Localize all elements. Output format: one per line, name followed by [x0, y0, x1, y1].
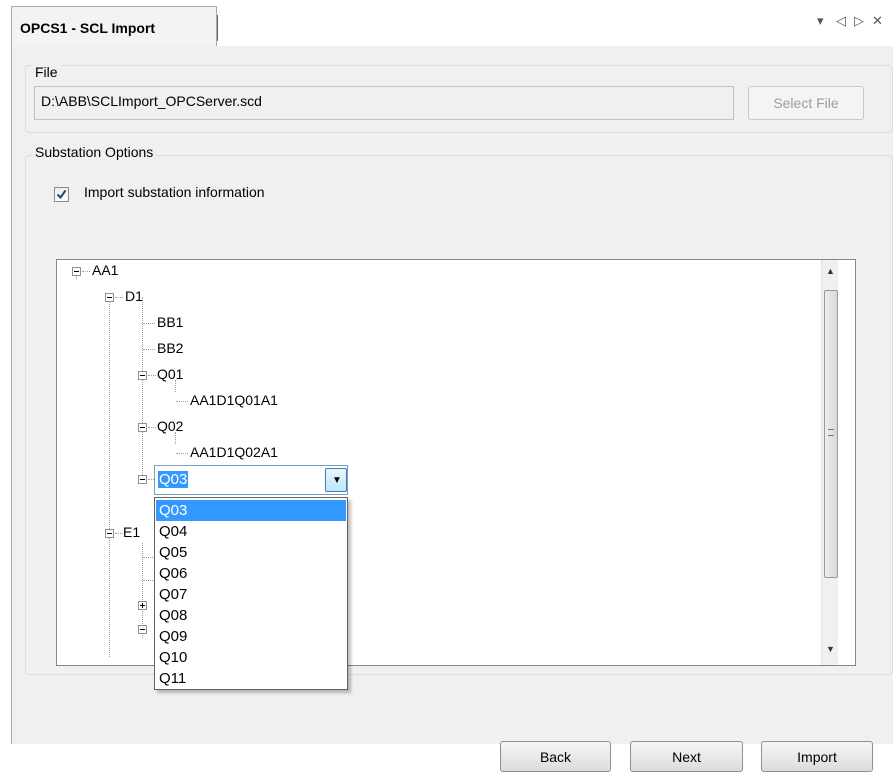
dropdown-option[interactable]: Q07	[156, 584, 346, 605]
chevron-down-icon: ▼	[332, 475, 342, 486]
combobox-dropdown-button[interactable]: ▼	[325, 468, 347, 492]
dropdown-option[interactable]: Q09	[156, 626, 346, 647]
tree-guide	[142, 297, 143, 477]
back-button[interactable]: Back	[500, 741, 611, 772]
tab-strip: OPCS1 - SCL Import ▾ ◁ ▷ ✕	[0, 0, 893, 47]
file-path-field: D:\ABB\SCLImport_OPCServer.scd	[34, 86, 734, 120]
tree-node-bb2[interactable]: BB2	[157, 340, 183, 356]
dropdown-option[interactable]: Q06	[156, 563, 346, 584]
expand-icon[interactable]	[138, 601, 147, 610]
collapse-icon[interactable]	[105, 529, 114, 538]
tree-node-q01[interactable]: Q01	[157, 366, 183, 382]
collapse-icon[interactable]	[138, 423, 147, 432]
collapse-icon[interactable]	[138, 475, 147, 484]
content-panel: File D:\ABB\SCLImport_OPCServer.scd Sele…	[11, 46, 893, 772]
tab-separator	[217, 15, 218, 41]
tree-node-d1[interactable]: D1	[125, 288, 143, 304]
dropdown-option[interactable]: Q10	[156, 647, 346, 668]
node-name-combobox[interactable]: Q03 ▼	[154, 465, 348, 495]
import-substation-label: Import substation information	[84, 184, 265, 200]
collapse-icon[interactable]	[105, 293, 114, 302]
dropdown-option[interactable]: Q04	[156, 521, 346, 542]
scroll-left-icon[interactable]: ◁	[836, 13, 846, 29]
tree-connector	[176, 453, 188, 454]
tree-connector	[143, 557, 153, 558]
tree-connector	[143, 349, 155, 350]
tree-guide	[109, 297, 110, 657]
tree-scrollbar[interactable]: ▲ ▼	[821, 260, 838, 665]
import-button[interactable]: Import	[761, 741, 873, 772]
grip-icon	[828, 429, 834, 436]
collapse-icon[interactable]	[138, 625, 147, 634]
tab-title: OPCS1 - SCL Import	[20, 20, 156, 36]
tree-node-e1[interactable]: E1	[123, 524, 140, 540]
dropdown-option[interactable]: Q05	[156, 542, 346, 563]
tree-connector	[176, 401, 188, 402]
substation-options-title: Substation Options	[32, 144, 157, 160]
scrollbar-thumb[interactable]	[824, 290, 838, 578]
tree-connector	[148, 375, 156, 376]
tree-connector	[115, 297, 123, 298]
file-group-title: File	[32, 64, 61, 80]
scroll-up-icon[interactable]: ▲	[826, 266, 835, 276]
collapse-icon[interactable]	[72, 267, 81, 276]
import-substation-checkbox[interactable]	[54, 187, 69, 202]
tree-node-q02[interactable]: Q02	[157, 418, 183, 434]
combobox-dropdown-list[interactable]: Q03 Q04 Q05 Q06 Q07 Q08 Q09 Q10 Q11	[154, 497, 348, 690]
tree-connector	[115, 533, 123, 534]
tree-node-bb1[interactable]: BB1	[157, 314, 183, 330]
checkmark-icon	[56, 189, 67, 200]
scroll-down-icon[interactable]: ▼	[826, 644, 835, 654]
tree-connector	[143, 580, 153, 581]
dropdown-option[interactable]: Q08	[156, 605, 346, 626]
tree-node-aa1d1q02a1[interactable]: AA1D1Q02A1	[190, 444, 278, 460]
tree-connector	[82, 271, 90, 272]
dropdown-option[interactable]: Q11	[156, 668, 346, 689]
dropdown-option[interactable]: Q03	[156, 500, 346, 521]
select-file-button[interactable]: Select File	[748, 86, 864, 120]
close-icon[interactable]: ✕	[872, 13, 883, 29]
tree-connector	[143, 323, 155, 324]
collapse-icon[interactable]	[138, 371, 147, 380]
combobox-value[interactable]: Q03	[158, 471, 189, 488]
dropdown-arrow-icon[interactable]: ▾	[817, 13, 824, 29]
tree-node-aa1[interactable]: AA1	[92, 262, 118, 278]
tree-connector	[148, 427, 156, 428]
scroll-right-icon[interactable]: ▷	[854, 13, 864, 29]
tree-node-aa1d1q01a1[interactable]: AA1D1Q01A1	[190, 392, 278, 408]
next-button[interactable]: Next	[630, 741, 743, 772]
document-tab[interactable]: OPCS1 - SCL Import	[11, 6, 218, 47]
